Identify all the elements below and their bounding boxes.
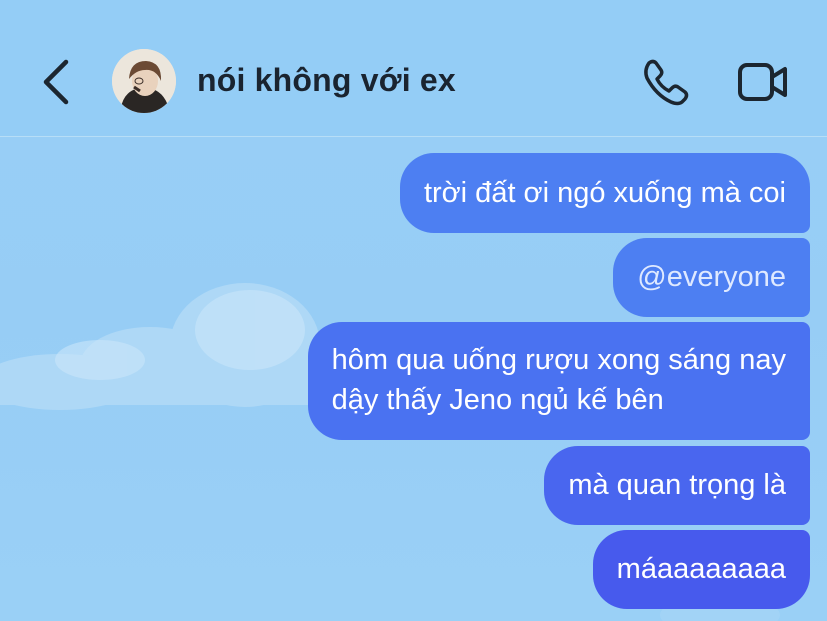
chat-title: nói không với ex [197,62,456,98]
phone-icon [644,59,689,106]
message-text-line-1: hôm qua uống rượu xong sáng nay [331,344,786,376]
message-text: máaaaaaaaa [616,553,786,585]
message-text: trời đất ơi ngó xuống mà coi [423,177,786,209]
avatar-image [112,49,176,113]
video-call-button[interactable] [735,58,791,106]
message-bubble-2[interactable]: @everyone [613,238,810,317]
message-bubble-3[interactable]: hôm qua uống rượu xong sáng nay dậy thấy… [307,322,810,440]
message-text-line-2: dậy thấy Jeno ngủ kế bên [331,384,664,416]
chat-header: nói không với ex [0,0,827,137]
message-bubble-5[interactable]: máaaaaaaaa [592,530,810,609]
mention-text[interactable]: @everyone [637,257,786,297]
voice-call-button[interactable] [640,56,692,108]
message-bubble-4[interactable]: mà quan trọng là [544,446,810,525]
message-bubble-1[interactable]: trời đất ơi ngó xuống mà coi [399,153,810,233]
avatar[interactable] [112,49,176,113]
chevron-left-icon [43,59,69,105]
video-camera-icon [738,63,787,101]
back-button[interactable] [30,52,80,112]
message-text: mà quan trọng là [568,469,786,501]
